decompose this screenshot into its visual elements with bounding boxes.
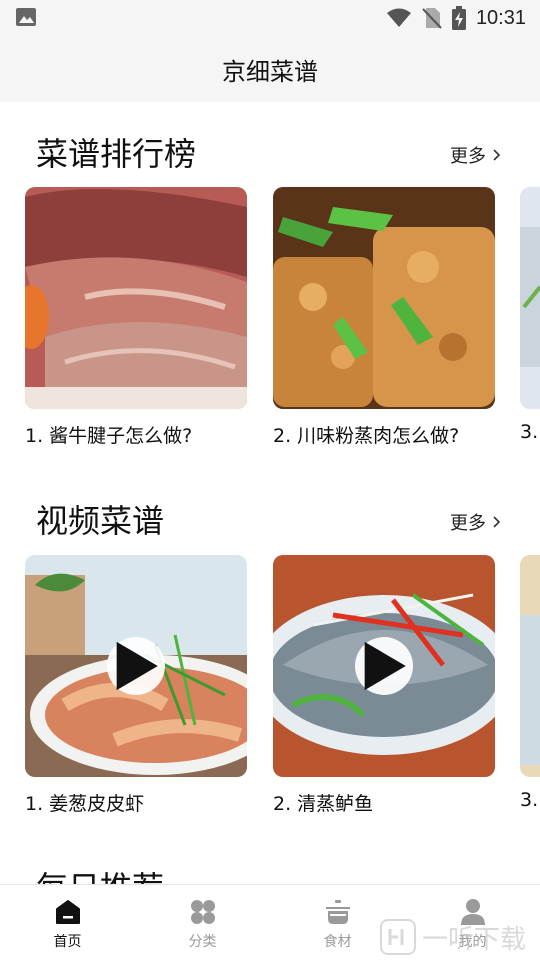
rankings-carousel[interactable]: 1. 酱牛腱子怎么做? 2. 川味粉蒸肉怎么做? 3. [0,187,540,457]
pot-icon [325,900,350,924]
videos-carousel[interactable]: 1. 姜葱皮皮虾 2. 清蒸鲈鱼 3. [0,555,540,825]
no-sim-icon [422,8,442,29]
recipe-caption: 3. [520,421,539,443]
video-caption: 2. 清蒸鲈鱼 [273,793,374,815]
video-caption: 1. 姜葱皮皮虾 [25,793,145,815]
video-thumbnail-shrimp [25,555,247,777]
recipe-caption: 2. 川味粉蒸肉怎么做? [273,425,460,447]
video-thumbnail-fish [273,555,495,777]
videos-section-header: 视频菜谱 更多 [0,499,540,549]
tab-profile[interactable]: 我的 [405,885,540,960]
recipe-card[interactable]: 3. [520,187,540,443]
more-label: 更多 [450,146,486,167]
videos-more-button[interactable]: 更多 [450,509,502,535]
user-icon [460,899,485,925]
rankings-title: 菜谱排行榜 [36,135,197,173]
video-card[interactable]: 1. 姜葱皮皮虾 [25,555,247,816]
wifi-icon [386,8,411,27]
recipe-card[interactable]: 2. 川味粉蒸肉怎么做? [273,187,495,448]
main-content[interactable]: 菜谱排行榜 更多 1. 酱牛腱子怎么做? 2. 川味粉蒸肉怎么做? 3. 视频菜… [0,102,540,884]
partial-dish-image [520,187,540,409]
play-icon [116,641,158,691]
video-card[interactable]: 2. 清蒸鲈鱼 [273,555,495,816]
more-label: 更多 [450,513,486,534]
chevron-right-icon [493,149,501,161]
partial-video-image [520,555,540,777]
home-icon [55,900,80,924]
play-icon [364,641,406,691]
bottom-tab-bar: 首页 分类 食材 我的 [0,884,540,960]
rankings-section-header: 菜谱排行榜 更多 [0,132,540,182]
tab-label: 分类 [188,934,217,950]
tab-home[interactable]: 首页 [0,885,135,960]
beef-shank-image [25,187,247,409]
video-caption: 3. [520,789,539,811]
recipe-image-beef [25,187,247,409]
steamed-pork-image [273,187,495,409]
daily-title: 每日推荐 [36,866,164,884]
image-notification-icon [16,8,36,26]
tab-ingredients[interactable]: 食材 [270,885,405,960]
chevron-right-icon [493,516,501,528]
status-bar: 10:31 [0,0,540,36]
recipe-image-pork [273,187,495,409]
recipe-image-partial [520,187,540,409]
tab-label: 首页 [53,934,82,950]
play-button[interactable] [107,637,165,695]
video-card[interactable]: 3. [520,555,540,811]
videos-title: 视频菜谱 [36,502,165,540]
video-thumbnail-partial [520,555,540,777]
tab-label: 我的 [458,934,487,950]
app-header: 京细菜谱 [0,36,540,102]
play-button[interactable] [355,637,413,695]
tab-label: 食材 [323,934,352,950]
page-title: 京细菜谱 [222,57,318,86]
recipe-caption: 1. 酱牛腱子怎么做? [25,425,193,447]
rankings-more-button[interactable]: 更多 [450,142,502,168]
category-icon [190,900,215,924]
tab-category[interactable]: 分类 [135,885,270,960]
status-time: 10:31 [475,6,526,29]
battery-charging-icon [451,6,466,30]
daily-section-header: 每日推荐 [0,866,540,884]
recipe-card[interactable]: 1. 酱牛腱子怎么做? [25,187,247,448]
